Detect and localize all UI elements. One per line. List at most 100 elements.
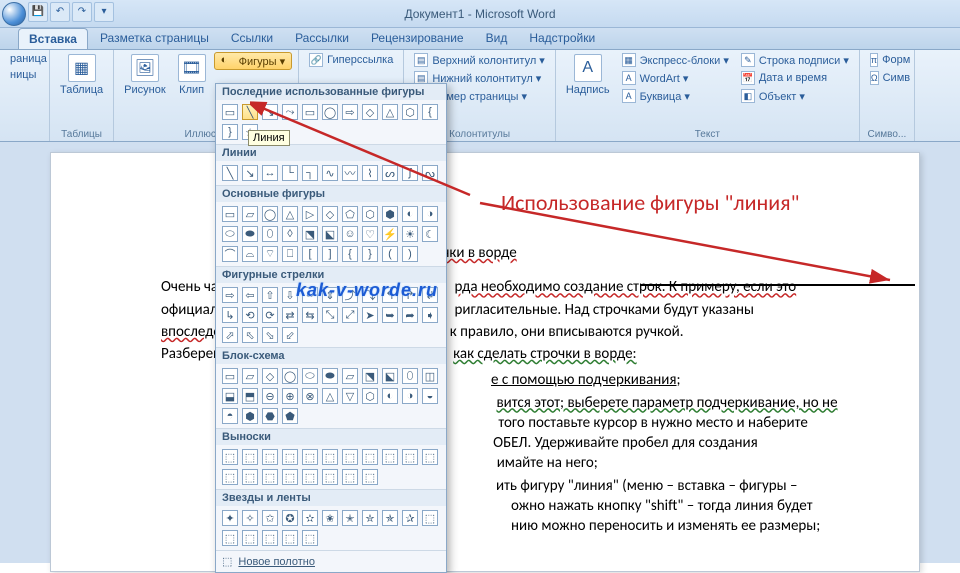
- shape-b19[interactable]: ♡: [362, 226, 378, 242]
- shape-f2[interactable]: ▱: [242, 368, 258, 384]
- shape-b17[interactable]: ⬕: [322, 226, 338, 242]
- shape-b21[interactable]: ☀: [402, 226, 418, 242]
- shape-b13[interactable]: ⬬: [242, 226, 258, 242]
- shape-f15[interactable]: ⊕: [282, 388, 298, 404]
- shape-scrib2[interactable]: ᔓ: [422, 165, 438, 181]
- shape-s7[interactable]: ✭: [342, 510, 358, 526]
- shape-oval[interactable]: ◯: [322, 104, 338, 120]
- shape-lbrace[interactable]: {: [422, 104, 438, 120]
- shape-s2[interactable]: ✧: [242, 510, 258, 526]
- shape-c13[interactable]: ⬚: [242, 469, 258, 485]
- shape-a1[interactable]: ⇨: [222, 287, 238, 303]
- blank-page-button[interactable]: ницы: [6, 68, 43, 82]
- shape-c18[interactable]: ⬚: [342, 469, 358, 485]
- qat-customize-icon[interactable]: ▾: [94, 2, 114, 22]
- object-button[interactable]: ◧Объект ▾: [737, 88, 853, 104]
- shape-s8[interactable]: ✮: [362, 510, 378, 526]
- shape-c7[interactable]: ⬚: [342, 449, 358, 465]
- shape-a14[interactable]: ⟳: [262, 307, 278, 323]
- shape-f8[interactable]: ⬔: [362, 368, 378, 384]
- shape-c19[interactable]: ⬚: [362, 469, 378, 485]
- shape-f12[interactable]: ⬓: [222, 388, 238, 404]
- shape-elbow2[interactable]: ┐: [302, 165, 318, 181]
- shape-b11[interactable]: ◑: [422, 206, 438, 222]
- shape-curve2[interactable]: 〰: [342, 165, 358, 181]
- shape-f10[interactable]: ⬯: [402, 368, 418, 384]
- shape-s4[interactable]: ✪: [282, 510, 298, 526]
- shape-s9[interactable]: ✯: [382, 510, 398, 526]
- shape-b23[interactable]: ⌒: [222, 246, 238, 262]
- cover-page-button[interactable]: раница: [6, 52, 43, 66]
- symbol-button[interactable]: ΩСимв: [866, 70, 908, 86]
- shape-c9[interactable]: ⬚: [382, 449, 398, 465]
- shape-f20[interactable]: ◐: [382, 388, 398, 404]
- shape-line2[interactable]: ╲: [222, 165, 238, 181]
- tab-insert[interactable]: Вставка: [18, 28, 88, 49]
- shape-rarrow[interactable]: ⇨: [342, 104, 358, 120]
- shape-b29[interactable]: {: [342, 246, 358, 262]
- shape-f7[interactable]: ▱: [342, 368, 358, 384]
- shape-b32[interactable]: ): [402, 246, 418, 262]
- shape-s11[interactable]: ⬚: [422, 510, 438, 526]
- shape-f26[interactable]: ⬟: [282, 408, 298, 424]
- shape-f19[interactable]: ⬡: [362, 388, 378, 404]
- quickparts-button[interactable]: ▦Экспресс-блоки ▾: [618, 52, 733, 68]
- shape-b22[interactable]: ☾: [422, 226, 438, 242]
- shape-f9[interactable]: ⬕: [382, 368, 398, 384]
- new-canvas-button[interactable]: ⬚ Новое полотно: [216, 550, 446, 572]
- shape-f21[interactable]: ◑: [402, 388, 418, 404]
- shape-f22[interactable]: ◒: [422, 388, 438, 404]
- shape-b25[interactable]: ⌔: [262, 246, 278, 262]
- shape-s16[interactable]: ⬚: [302, 530, 318, 546]
- shape-b9[interactable]: ⬢: [382, 206, 398, 222]
- shape-c16[interactable]: ⬚: [302, 469, 318, 485]
- shape-a26[interactable]: ⬃: [282, 327, 298, 343]
- shape-b7[interactable]: ⬠: [342, 206, 358, 222]
- shape-scrib[interactable]: ʃ: [402, 165, 418, 181]
- shape-a25[interactable]: ⬂: [262, 327, 278, 343]
- shape-b10[interactable]: ◐: [402, 206, 418, 222]
- shape-b16[interactable]: ⬔: [302, 226, 318, 242]
- shape-a12[interactable]: ↳: [222, 307, 238, 323]
- shape-a3[interactable]: ⇧: [262, 287, 278, 303]
- shape-b14[interactable]: ⬯: [262, 226, 278, 242]
- shape-b18[interactable]: ☺: [342, 226, 358, 242]
- shape-a15[interactable]: ⇄: [282, 307, 298, 323]
- shape-f16[interactable]: ⊗: [302, 388, 318, 404]
- shape-b3[interactable]: ◯: [262, 206, 278, 222]
- shape-a19[interactable]: ➤: [362, 307, 378, 323]
- tab-layout[interactable]: Разметка страницы: [90, 28, 219, 49]
- shape-a13[interactable]: ⟲: [242, 307, 258, 323]
- save-icon[interactable]: 💾: [28, 2, 48, 22]
- shape-tri[interactable]: △: [382, 104, 398, 120]
- shape-b30[interactable]: }: [362, 246, 378, 262]
- shape-c14[interactable]: ⬚: [262, 469, 278, 485]
- wordart-button[interactable]: AWordArt ▾: [618, 70, 733, 86]
- shape-b12[interactable]: ⬭: [222, 226, 238, 242]
- picture-button[interactable]: 🖼 Рисунок: [120, 52, 170, 98]
- tab-references[interactable]: Ссылки: [221, 28, 283, 49]
- shape-s15[interactable]: ⬚: [282, 530, 298, 546]
- shape-c15[interactable]: ⬚: [282, 469, 298, 485]
- shape-a22[interactable]: ➧: [422, 307, 438, 323]
- shape-s10[interactable]: ✰: [402, 510, 418, 526]
- shape-c4[interactable]: ⬚: [282, 449, 298, 465]
- shape-textbox[interactable]: ▭: [222, 104, 238, 120]
- page[interactable]: Использование фигуры "линия" ать строчки…: [50, 152, 920, 572]
- shape-f11[interactable]: ◫: [422, 368, 438, 384]
- shape-hex[interactable]: ⬡: [402, 104, 418, 120]
- shape-free2[interactable]: ᔕ: [382, 165, 398, 181]
- shape-f25[interactable]: ⬣: [262, 408, 278, 424]
- shape-c2[interactable]: ⬚: [242, 449, 258, 465]
- tab-addins[interactable]: Надстройки: [519, 28, 605, 49]
- shape-c1[interactable]: ⬚: [222, 449, 238, 465]
- shape-f1[interactable]: ▭: [222, 368, 238, 384]
- shape-f24[interactable]: ⬢: [242, 408, 258, 424]
- clip-button[interactable]: 🎞 Клип: [174, 52, 210, 98]
- header-button[interactable]: ▤Верхний колонтитул ▾: [410, 52, 549, 68]
- shape-s12[interactable]: ⬚: [222, 530, 238, 546]
- shape-s6[interactable]: ✬: [322, 510, 338, 526]
- shape-c12[interactable]: ⬚: [222, 469, 238, 485]
- shape-b4[interactable]: △: [282, 206, 298, 222]
- office-button[interactable]: [2, 2, 26, 26]
